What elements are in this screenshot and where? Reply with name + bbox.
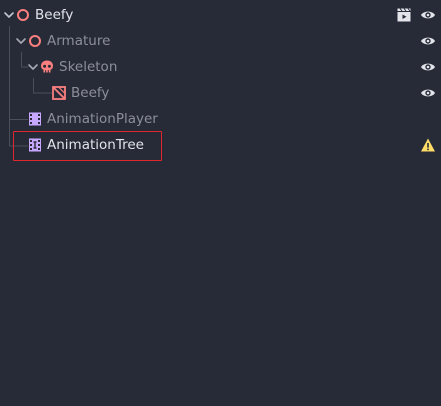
node-label: Beefy [35, 7, 74, 23]
tree-row-beefy-mesh[interactable]: Beefy [0, 80, 441, 106]
chevron-down-icon[interactable] [2, 5, 16, 25]
selection-highlight-box [13, 131, 162, 161]
scene-instance-icon[interactable] [396, 7, 412, 23]
visibility-eye-icon[interactable] [420, 7, 436, 23]
chevron-down-icon[interactable] [26, 57, 40, 77]
mesh-instance-icon [52, 86, 66, 100]
node-label: Beefy [71, 85, 110, 101]
tree-row-skeleton[interactable]: Skeleton [0, 54, 441, 80]
skeleton-skull-icon [41, 60, 53, 73]
animation-player-icon [29, 112, 41, 126]
node-label: AnimationPlayer [47, 111, 158, 127]
scene-tree-panel: Beefy Armature Skeleton Beefy AnimationP… [0, 0, 441, 406]
tree-row-beefy-root[interactable]: Beefy [0, 2, 441, 28]
visibility-eye-icon[interactable] [420, 59, 436, 75]
visibility-eye-icon[interactable] [420, 85, 436, 101]
visibility-eye-icon[interactable] [420, 33, 436, 49]
node-label: Skeleton [59, 59, 118, 75]
tree-row-armature[interactable]: Armature [0, 28, 441, 54]
tree-row-animation-player[interactable]: AnimationPlayer [0, 106, 441, 132]
chevron-down-icon[interactable] [14, 31, 28, 51]
node-label: Armature [47, 33, 111, 49]
warning-icon[interactable] [420, 137, 436, 153]
spatial-node-icon [17, 9, 29, 21]
spatial-node-icon [29, 35, 41, 47]
